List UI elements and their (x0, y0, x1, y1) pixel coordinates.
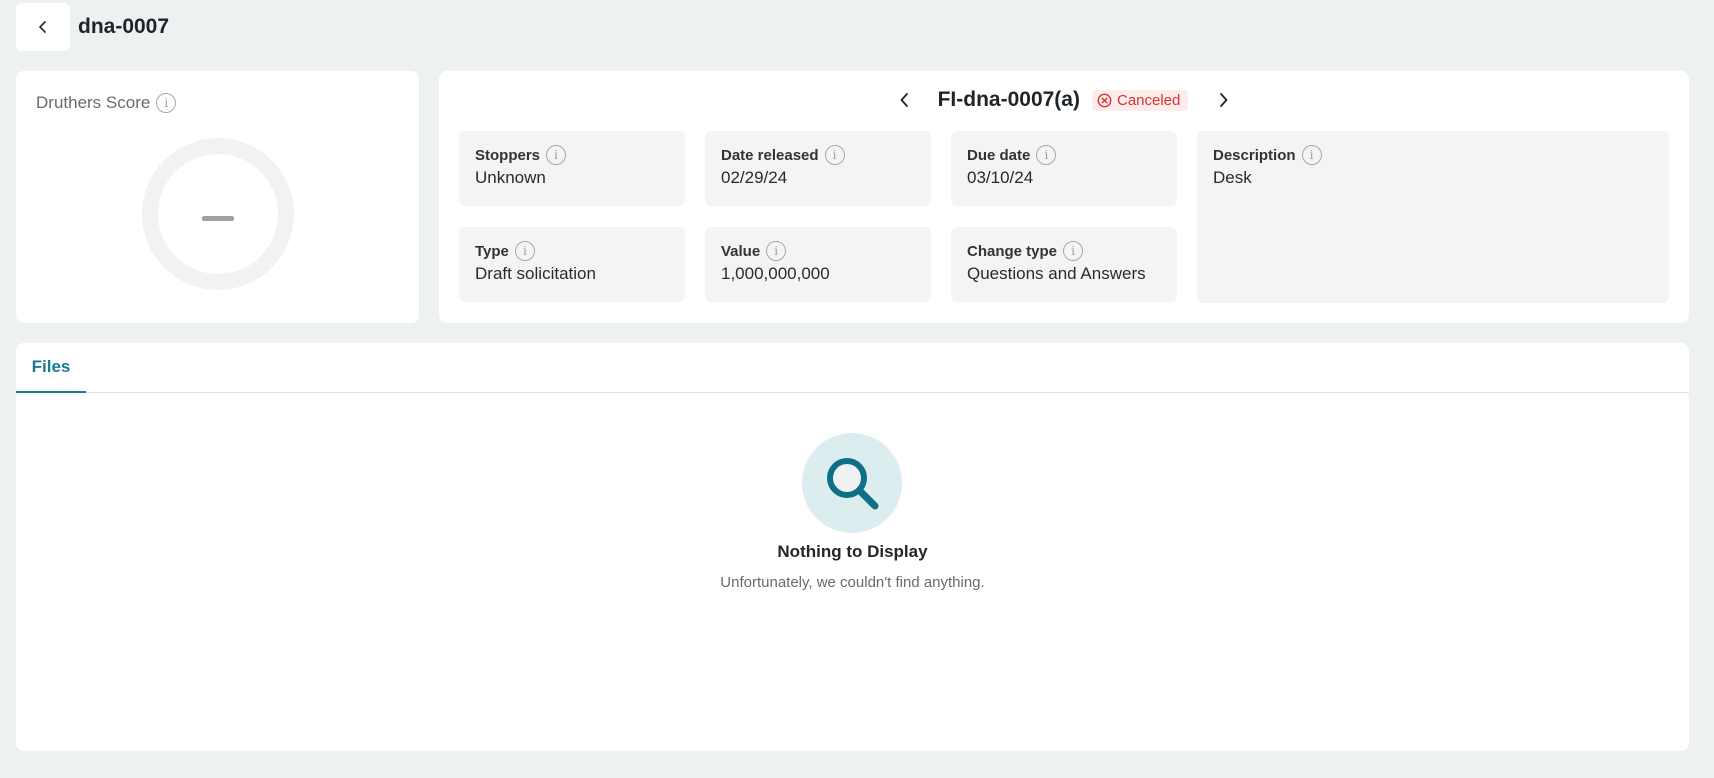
field-value: 02/29/24 (721, 168, 788, 187)
empty-state-subtitle: Unfortunately, we couldn't find anything… (720, 574, 985, 591)
detail-title: FI-dna-0007(a) (937, 88, 1080, 111)
detail-nav: FI-dna-0007(a) Canceled (439, 85, 1689, 115)
field-label: Type (475, 242, 509, 260)
field-value: Draft solicitation (475, 264, 596, 283)
field-value: 03/10/24 (967, 168, 1034, 187)
page-header: dna-0007 (16, 3, 169, 51)
field-change-type: Change type i Questions and Answers (951, 227, 1177, 302)
search-icon (827, 458, 879, 510)
field-label: Stoppers (475, 146, 541, 164)
status-badge: Canceled (1091, 89, 1189, 111)
next-button[interactable] (1208, 85, 1238, 115)
field-value: Questions and Answers (967, 264, 1146, 283)
chevron-left-icon (900, 93, 908, 107)
druthers-score-card: Druthers Score i (16, 71, 419, 323)
status-label: Canceled (1116, 91, 1181, 109)
info-icon[interactable]: i (1301, 145, 1322, 165)
score-empty-value (202, 216, 234, 221)
field-value-text: 1,000,000,000 (721, 264, 830, 283)
page-title: dna-0007 (78, 15, 170, 38)
field-stoppers: Stoppers i Unknown (459, 131, 685, 206)
info-icon[interactable]: i (824, 145, 845, 165)
info-icon[interactable]: i (766, 241, 787, 261)
info-icon[interactable]: i (156, 93, 177, 113)
detail-card: FI-dna-0007(a) Canceled Stoppers i Unknow… (439, 71, 1689, 323)
field-value: Desk (1213, 168, 1252, 187)
cancel-circle-icon (1097, 93, 1112, 107)
field-label: Date released (721, 146, 819, 164)
field-value: Value i 1,000,000,000 (705, 227, 931, 302)
field-description: Description i Desk (1197, 131, 1669, 303)
empty-state-title: Nothing to Display (777, 542, 928, 561)
chevron-right-icon (1220, 93, 1228, 107)
tab-files[interactable]: Files (16, 343, 86, 393)
score-title-label: Druthers Score (36, 93, 151, 112)
info-icon[interactable]: i (1036, 145, 1057, 165)
tab-bar: Files (16, 343, 1689, 393)
field-type: Type i Draft solicitation (459, 227, 685, 302)
empty-state-icon (802, 433, 902, 533)
info-icon[interactable]: i (546, 145, 567, 165)
field-label: Description (1213, 146, 1296, 164)
field-label: Value (721, 242, 761, 260)
back-button[interactable] (16, 3, 70, 51)
field-date-released: Date released i 02/29/24 (705, 131, 931, 206)
field-label: Change type (967, 242, 1058, 260)
field-value: Unknown (475, 168, 546, 187)
info-icon[interactable]: i (1063, 241, 1084, 261)
info-icon[interactable]: i (514, 241, 535, 261)
field-label: Due date (967, 146, 1031, 164)
files-panel: Files Nothing to Display Unfortunately, … (16, 343, 1689, 751)
score-gauge (142, 138, 294, 290)
field-due-date: Due date i 03/10/24 (951, 131, 1177, 206)
score-title: Druthers Score i (36, 93, 177, 113)
chevron-left-icon (39, 21, 46, 33)
previous-button[interactable] (890, 85, 920, 115)
